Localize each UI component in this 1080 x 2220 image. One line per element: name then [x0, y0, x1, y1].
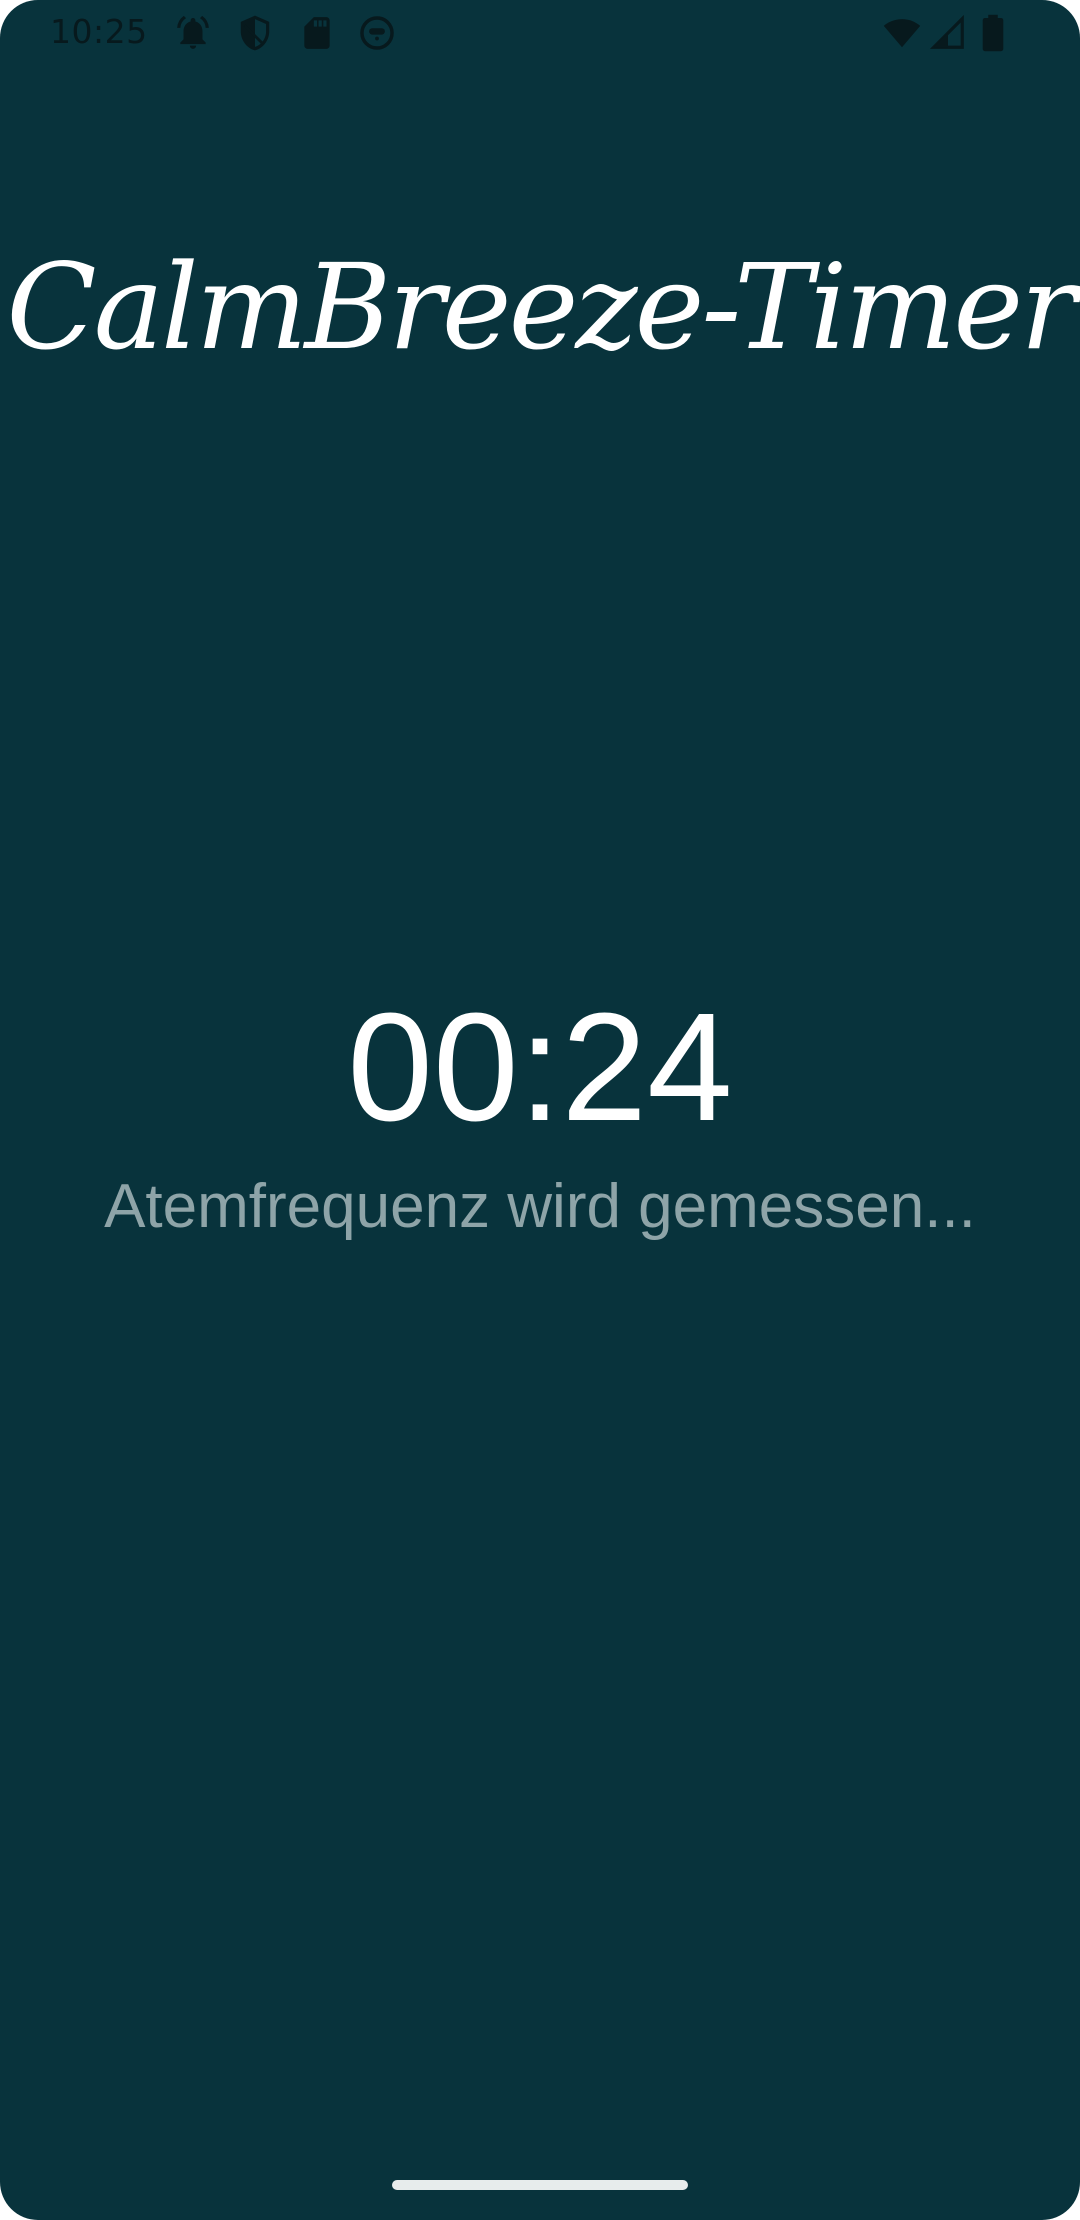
app-title: CalmBreeze-Timer: [6, 238, 1076, 376]
timer-display: 00:24: [347, 981, 733, 1153]
status-bar: 10:25: [0, 0, 1080, 66]
sd-card-icon: [298, 14, 336, 52]
alarm-icon: [174, 14, 212, 52]
gesture-nav-handle[interactable]: [392, 2180, 688, 2190]
shield-icon: [236, 14, 274, 52]
measurement-status-text: Atemfrequenz wird gemessen...: [104, 1172, 976, 1241]
battery-icon: [978, 14, 1008, 52]
face-icon: [358, 14, 396, 52]
app-screen: 10:25 CalmBreeze-Timer 00:24 Atemfrequen…: [0, 0, 1080, 2220]
wifi-icon: [880, 14, 924, 52]
status-time: 10:25: [50, 12, 148, 51]
cell-signal-icon: [928, 14, 968, 52]
